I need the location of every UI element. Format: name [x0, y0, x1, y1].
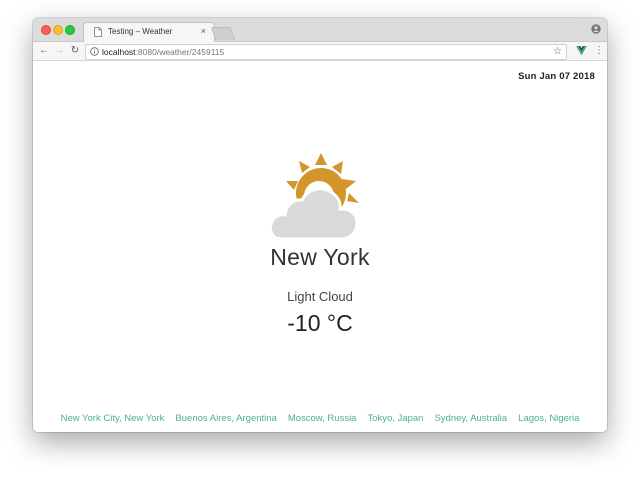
star-icon[interactable]: ☆: [553, 45, 562, 58]
tab-title: Testing – Weather: [108, 27, 173, 36]
minimize-window-button[interactable]: [53, 25, 63, 35]
close-icon[interactable]: ×: [201, 26, 206, 36]
screen: Testing – Weather × ← → ↻ localhost:8080…: [0, 0, 640, 479]
city-links: New York City, New York Buenos Aires, Ar…: [33, 413, 607, 424]
browser-window: Testing – Weather × ← → ↻ localhost:8080…: [33, 18, 607, 432]
tab-weather[interactable]: Testing – Weather ×: [83, 22, 215, 43]
city-link-tokyo[interactable]: Tokyo, Japan: [367, 413, 423, 424]
tab-strip: Testing – Weather ×: [33, 18, 607, 43]
temperature: -10 °C: [287, 310, 353, 336]
back-arrow-icon[interactable]: ←: [38, 45, 50, 57]
city-link-lagos[interactable]: Lagos, Nigeria: [518, 413, 579, 424]
city-name: New York: [270, 244, 370, 270]
reload-icon[interactable]: ↻: [69, 45, 81, 57]
url-path: :8080/weather/2459115: [135, 47, 225, 57]
city-link-moscow[interactable]: Moscow, Russia: [288, 413, 357, 424]
address-bar[interactable]: localhost:8080/weather/2459115 ☆: [85, 44, 567, 60]
profile-icon[interactable]: [591, 24, 601, 34]
browser-toolbar: ← → ↻ localhost:8080/weather/2459115 ☆ ⋮: [33, 42, 607, 61]
light-cloud-icon: [269, 153, 359, 241]
weather-condition: Light Cloud: [287, 289, 353, 304]
current-date: Sun Jan 07 2018: [518, 71, 595, 82]
city-link-new-york[interactable]: New York City, New York: [61, 413, 165, 424]
url-text: localhost:8080/weather/2459115: [102, 46, 224, 58]
page-content: Sun Jan 07 2018 New York Light Cloud -10…: [33, 61, 607, 432]
new-tab-button[interactable]: [210, 27, 236, 40]
close-window-button[interactable]: [41, 25, 51, 35]
menu-icon[interactable]: ⋮: [594, 44, 604, 58]
city-link-buenos-aires[interactable]: Buenos Aires, Argentina: [175, 413, 276, 424]
forward-arrow-icon[interactable]: →: [53, 45, 65, 57]
document-icon: [94, 27, 102, 37]
vue-devtools-icon[interactable]: [576, 46, 587, 56]
info-icon[interactable]: [90, 47, 99, 56]
url-host: localhost: [102, 47, 136, 57]
city-link-sydney[interactable]: Sydney, Australia: [434, 413, 507, 424]
maximize-window-button[interactable]: [65, 25, 75, 35]
